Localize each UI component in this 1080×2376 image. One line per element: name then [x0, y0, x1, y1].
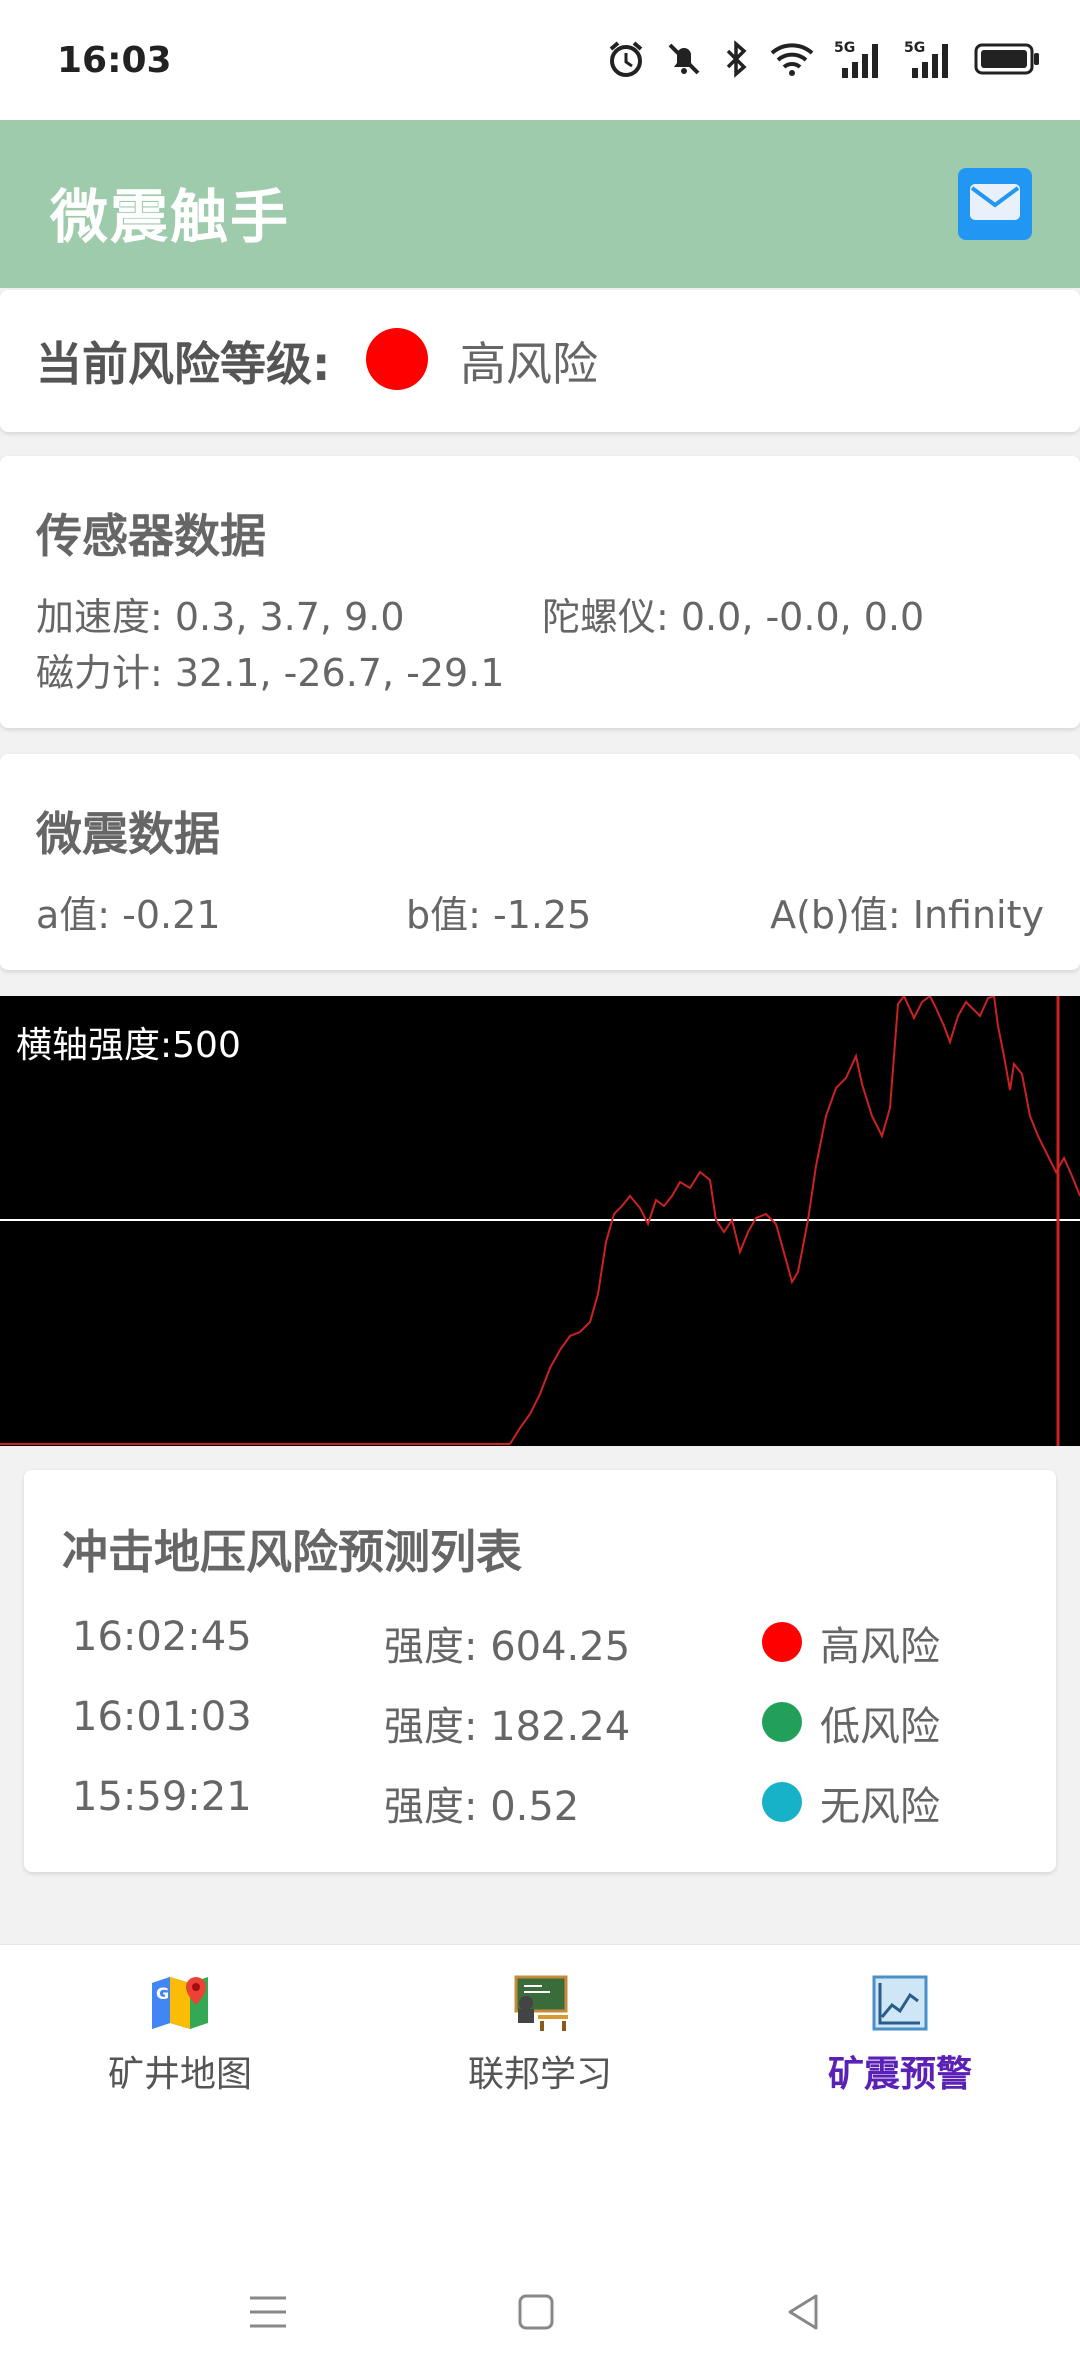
prediction-level: 高风险 [820, 1624, 940, 1670]
battery-icon [974, 41, 1040, 81]
prediction-strength: 强度: 604.25 [384, 1624, 631, 1670]
prediction-level: 低风险 [820, 1704, 940, 1750]
nav-item-quake-warning[interactable]: 矿震预警 [720, 1945, 1080, 2149]
svg-text:5G: 5G [904, 40, 925, 56]
sensor-data-card: 传感器数据 加速度: 0.3, 3.7, 9.0 陀螺仪: 0.0, -0.0,… [0, 456, 1080, 728]
back-icon [774, 2294, 834, 2346]
magnetometer-value: 磁力计: 32.1, -26.7, -29.1 [36, 651, 505, 695]
mail-icon [968, 182, 1022, 226]
prediction-level-dot [762, 1702, 802, 1742]
status-icons: 5G 5G [606, 38, 1040, 84]
menu-icon [238, 2296, 298, 2346]
bottom-navigation: G 矿井地图 联邦学习 矿震预警 [0, 1944, 1080, 2148]
prediction-time: 16:02:45 [72, 1614, 252, 1660]
prediction-level-dot [762, 1782, 802, 1822]
app-bar: 微震触手 [0, 120, 1080, 288]
wifi-icon [768, 39, 816, 83]
nav-label-quake-warning: 矿震预警 [827, 2054, 972, 2095]
b-value: b值: -1.25 [406, 893, 592, 937]
prediction-time: 15:59:21 [72, 1774, 252, 1820]
prediction-card: 冲击地压风险预测列表 16:02:45 强度: 604.25 高风险 16:01:03… [24, 1470, 1056, 1872]
risk-level-card: 当前风险等级: 高风险 [0, 290, 1080, 432]
microquake-data-card: 微震数据 a值: -0.21 b值: -1.25 A(b)值: Infinity [0, 754, 1080, 970]
microquake-title: 微震数据 [36, 807, 220, 861]
ab-value: A(b)值: Infinity [770, 893, 1044, 937]
nav-item-federated-learning[interactable]: 联邦学习 [360, 1945, 720, 2149]
home-button[interactable] [506, 2282, 566, 2342]
prediction-level: 无风险 [820, 1784, 940, 1830]
system-navigation [0, 2148, 1080, 2376]
prediction-strength: 强度: 182.24 [384, 1704, 631, 1750]
a-value: a值: -0.21 [36, 893, 221, 937]
prediction-row: 16:01:03 强度: 182.24 低风险 [24, 1694, 1056, 1754]
signal-5g-icon: 5G [904, 38, 956, 84]
classroom-icon [510, 1973, 570, 2033]
menu-button[interactable] [238, 2282, 298, 2342]
prediction-row: 15:59:21 强度: 0.52 无风险 [24, 1774, 1056, 1834]
gyroscope-value: 陀螺仪: 0.0, -0.0, 0.0 [542, 595, 925, 639]
waveform-chart: 横轴强度:500 [0, 996, 1080, 1446]
prediction-row: 16:02:45 强度: 604.25 高风险 [24, 1614, 1056, 1674]
bluetooth-icon [722, 39, 750, 83]
prediction-time: 16:01:03 [72, 1694, 252, 1740]
prediction-level-dot [762, 1622, 802, 1662]
svg-text:G: G [156, 1984, 169, 2003]
prediction-strength: 强度: 0.52 [384, 1784, 580, 1830]
chart-axis-label: 横轴强度:500 [16, 1025, 241, 1066]
alarm-icon [606, 39, 646, 83]
back-button[interactable] [774, 2282, 834, 2342]
mail-button[interactable] [958, 168, 1032, 240]
risk-level-label: 当前风险等级: [36, 337, 331, 391]
nav-item-mine-map[interactable]: G 矿井地图 [0, 1945, 360, 2149]
nav-label-mine-map: 矿井地图 [107, 2054, 252, 2095]
chart-icon [870, 1973, 930, 2033]
signal-5g-icon: 5G [834, 38, 886, 84]
prediction-title: 冲击地压风险预测列表 [62, 1525, 522, 1579]
home-icon [506, 2294, 566, 2346]
accelerometer-value: 加速度: 0.3, 3.7, 9.0 [36, 595, 405, 639]
map-icon: G [150, 1973, 210, 2033]
mute-icon [664, 39, 704, 83]
app-title: 微震触手 [50, 183, 291, 251]
nav-label-federated-learning: 联邦学习 [467, 2054, 612, 2095]
status-time: 16:03 [57, 40, 172, 81]
sensor-title: 传感器数据 [36, 509, 266, 563]
status-bar: 16:03 5G 5G [0, 0, 1080, 120]
svg-text:5G: 5G [834, 40, 855, 56]
risk-indicator-dot [366, 328, 428, 390]
risk-level-value: 高风险 [460, 337, 598, 391]
